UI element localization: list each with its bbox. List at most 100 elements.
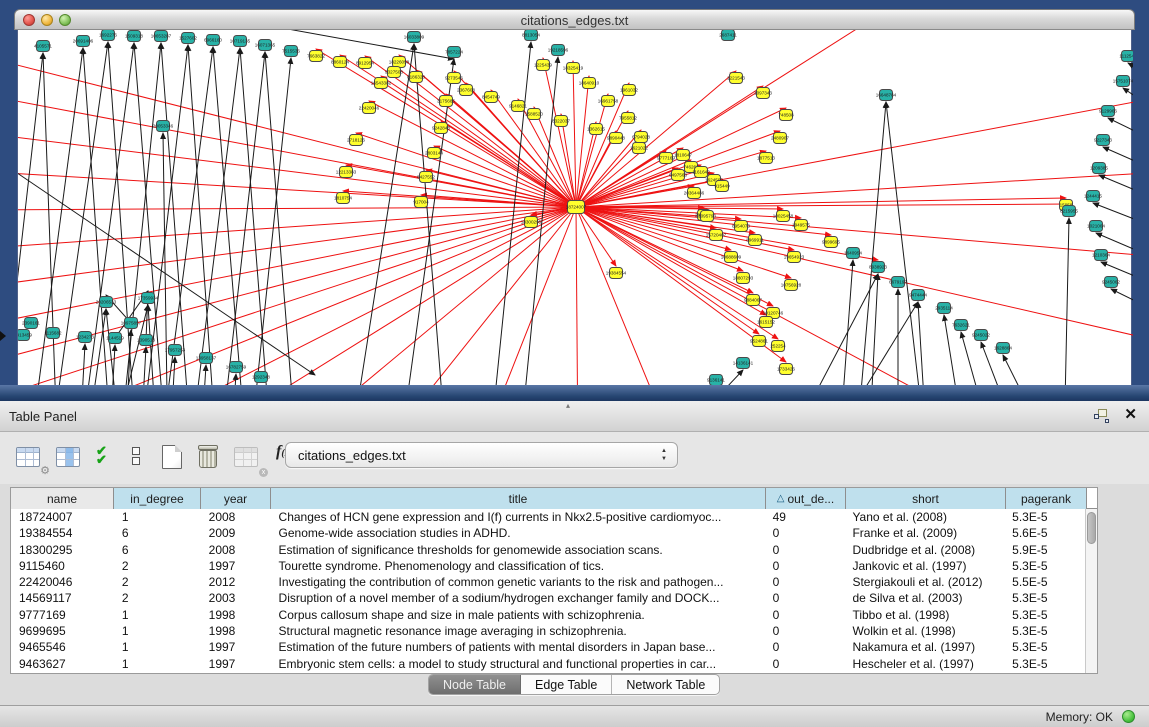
memory-ok-indicator-icon[interactable]: [1122, 710, 1135, 723]
table-cell[interactable]: 9699695: [11, 623, 114, 639]
tab-node-table[interactable]: Node Table: [429, 675, 521, 694]
delete-entries-button[interactable]: [198, 443, 228, 473]
table-cell[interactable]: 18300295: [11, 542, 114, 558]
table-row[interactable]: 2242004622012Investigating the contribut…: [11, 574, 1085, 590]
table-cell[interactable]: 5.3E-5: [1004, 623, 1085, 639]
table-cell[interactable]: de Silva et al. (2003): [844, 590, 1004, 606]
table-cell[interactable]: Tibbo et al. (1998): [844, 607, 1004, 623]
collapsed-panel-arrow-icon[interactable]: [0, 331, 6, 341]
table-cell[interactable]: 0: [765, 639, 845, 655]
table-cell[interactable]: 1: [114, 656, 201, 672]
table-cell[interactable]: 5.5E-5: [1004, 574, 1085, 590]
table-cell[interactable]: 1997: [201, 656, 271, 672]
table-cell[interactable]: 49: [765, 509, 845, 525]
table-cell[interactable]: 2009: [201, 525, 271, 541]
table-cell[interactable]: Embryonic stem cells: a model to study s…: [271, 656, 765, 672]
column-header-short[interactable]: short: [846, 488, 1006, 509]
scrollbar-thumb[interactable]: [1087, 512, 1096, 544]
table-cell[interactable]: Franke et al. (2009): [844, 525, 1004, 541]
tab-edge-table[interactable]: Edge Table: [521, 675, 612, 694]
column-header-out_de[interactable]: △out_de...: [766, 488, 846, 509]
column-header-name[interactable]: name: [11, 488, 114, 509]
table-cell[interactable]: 5.9E-5: [1004, 542, 1085, 558]
table-cell[interactable]: 9777169: [11, 607, 114, 623]
table-cell[interactable]: 5.3E-5: [1004, 558, 1085, 574]
table-cell[interactable]: Nakamura et al. (1997): [844, 639, 1004, 655]
table-cell[interactable]: 2: [114, 574, 201, 590]
table-cell[interactable]: 2003: [201, 590, 271, 606]
table-cell[interactable]: 0: [765, 574, 845, 590]
table-cell[interactable]: 9465546: [11, 639, 114, 655]
table-cell[interactable]: 0: [765, 607, 845, 623]
table-cell[interactable]: 22420046: [11, 574, 114, 590]
table-selector-combo[interactable]: citations_edges.txt ▲▼: [285, 442, 678, 468]
table-cell[interactable]: Changes of HCN gene expression and I(f) …: [271, 509, 765, 525]
table-cell[interactable]: 1: [114, 639, 201, 655]
table-cell[interactable]: 5.6E-5: [1004, 525, 1085, 541]
table-cell[interactable]: 1998: [201, 623, 271, 639]
table-cell[interactable]: 1: [114, 607, 201, 623]
table-cell[interactable]: 2008: [201, 542, 271, 558]
table-cell[interactable]: 14569117: [11, 590, 114, 606]
show-columns-button[interactable]: [56, 443, 86, 473]
column-header-in_degree[interactable]: in_degree: [114, 488, 201, 509]
table-cell[interactable]: Estimation of significance thresholds fo…: [271, 542, 765, 558]
table-cell[interactable]: 9463627: [11, 656, 114, 672]
table-row[interactable]: 911546021997Tourette syndrome. Phenomeno…: [11, 558, 1085, 574]
table-cell[interactable]: 0: [765, 590, 845, 606]
table-cell[interactable]: 18724007: [11, 509, 114, 525]
select-columns-button[interactable]: ✔✔: [96, 443, 126, 473]
table-cell[interactable]: 0: [765, 623, 845, 639]
table-row[interactable]: 977716911998Corpus callosum shape and si…: [11, 607, 1085, 623]
table-cell[interactable]: 19384554: [11, 525, 114, 541]
table-cell[interactable]: 2012: [201, 574, 271, 590]
table-cell[interactable]: 1: [114, 509, 201, 525]
table-cell[interactable]: 1: [114, 623, 201, 639]
table-cell[interactable]: Stergiakouli et al. (2012): [844, 574, 1004, 590]
table-row[interactable]: 969969511998Structural magnetic resonanc…: [11, 623, 1085, 639]
splitter-grip-icon[interactable]: ▴: [566, 401, 570, 410]
table-cell[interactable]: 0: [765, 656, 845, 672]
table-cell[interactable]: 6: [114, 525, 201, 541]
table-row[interactable]: 1872400712008Changes of HCN gene express…: [11, 509, 1085, 525]
network-view-window[interactable]: citations_edges.txt 76638228860124891295…: [14, 9, 1135, 385]
table-cell[interactable]: Investigating the contribution of common…: [271, 574, 765, 590]
table-row[interactable]: 1830029562008Estimation of significance …: [11, 542, 1085, 558]
table-cell[interactable]: Estimation of the future numbers of pati…: [271, 639, 765, 655]
table-cell[interactable]: Genome-wide association studies in ADHD.: [271, 525, 765, 541]
table-cell[interactable]: 5.3E-5: [1004, 656, 1085, 672]
create-table-button[interactable]: [162, 443, 192, 473]
table-body[interactable]: 1872400712008Changes of HCN gene express…: [11, 509, 1085, 673]
row-height-button[interactable]: [132, 443, 162, 473]
table-row[interactable]: 1456911722003Disruption of a novel membe…: [11, 590, 1085, 606]
table-cell[interactable]: 0: [765, 525, 845, 541]
table-row[interactable]: 946362711997Embryonic stem cells: a mode…: [11, 656, 1085, 672]
network-window-titlebar[interactable]: citations_edges.txt: [14, 9, 1135, 30]
tab-network-table[interactable]: Network Table: [612, 675, 719, 694]
table-row[interactable]: 1938455462009Genome-wide association stu…: [11, 525, 1085, 541]
table-panel-titlebar[interactable]: Table Panel ▴ ✕: [0, 401, 1149, 432]
column-header-pagerank[interactable]: pagerank: [1006, 488, 1087, 509]
table-cell[interactable]: Jankovic et al. (1997): [844, 558, 1004, 574]
table-cell[interactable]: 5.3E-5: [1004, 639, 1085, 655]
table-header-row[interactable]: namein_degreeyeartitle△out_de...shortpag…: [11, 488, 1097, 509]
table-cell[interactable]: 2: [114, 558, 201, 574]
table-cell[interactable]: Disruption of a novel member of a sodium…: [271, 590, 765, 606]
table-cell[interactable]: 0: [765, 542, 845, 558]
table-cell[interactable]: 1998: [201, 607, 271, 623]
table-cell[interactable]: 2008: [201, 509, 271, 525]
table-cell[interactable]: 5.3E-5: [1004, 590, 1085, 606]
table-cell[interactable]: Structural magnetic resonance image aver…: [271, 623, 765, 639]
table-row[interactable]: 946554611997Estimation of the future num…: [11, 639, 1085, 655]
table-cell[interactable]: Yano et al. (2008): [844, 509, 1004, 525]
close-panel-icon[interactable]: ✕: [1124, 407, 1137, 423]
table-cell[interactable]: 0: [765, 558, 845, 574]
table-cell[interactable]: 9115460: [11, 558, 114, 574]
table-cell[interactable]: 5.3E-5: [1004, 607, 1085, 623]
table-cell[interactable]: Hescheler et al. (1997): [844, 656, 1004, 672]
float-panel-icon[interactable]: [1094, 409, 1109, 423]
table-settings-button[interactable]: ⚙: [16, 443, 46, 473]
table-cell[interactable]: Wolkin et al. (1998): [844, 623, 1004, 639]
table-cell[interactable]: 1997: [201, 558, 271, 574]
table-cell[interactable]: 1997: [201, 639, 271, 655]
